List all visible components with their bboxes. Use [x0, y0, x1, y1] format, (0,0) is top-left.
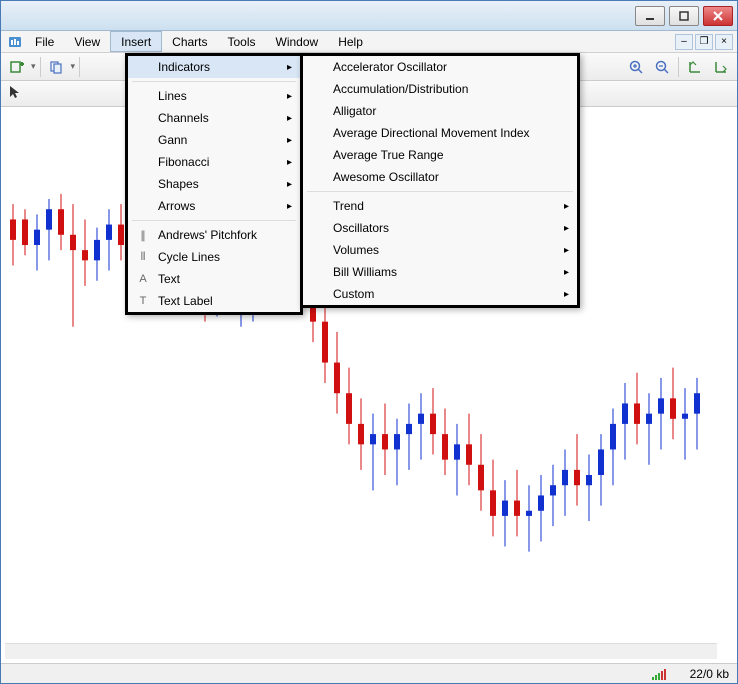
menu-item-cycle-lines[interactable]: ⦀ Cycle Lines	[128, 246, 300, 268]
app-icon	[5, 31, 25, 52]
menu-label: Alligator	[333, 104, 376, 118]
submenu-arrow-icon: ▸	[287, 113, 292, 124]
mdi-close-button[interactable]: ×	[715, 34, 733, 50]
cursor-tool-button[interactable]	[7, 84, 23, 103]
chart-scrollbar[interactable]	[5, 643, 717, 659]
menu-item-gann[interactable]: Gann ▸	[128, 129, 300, 151]
menu-help[interactable]: Help	[328, 31, 373, 52]
auto-scroll-button[interactable]	[709, 56, 733, 78]
text-label-icon: T	[134, 295, 152, 307]
menu-tools[interactable]: Tools	[218, 31, 266, 52]
submenu-arrow-icon: ▸	[287, 157, 292, 168]
menu-label: Andrews' Pitchfork	[158, 228, 257, 242]
menu-label: Lines	[158, 89, 187, 103]
menu-item-channels[interactable]: Channels ▸	[128, 107, 300, 129]
menu-label: Cycle Lines	[158, 250, 220, 264]
menu-label: Gann	[158, 133, 187, 147]
menu-charts[interactable]: Charts	[162, 31, 217, 52]
titlebar	[1, 1, 737, 31]
menu-label: Average True Range	[333, 148, 444, 162]
menu-label: Bill Williams	[333, 265, 397, 279]
menu-label: Arrows	[158, 199, 195, 213]
submenu-arrow-icon: ▸	[287, 201, 292, 212]
menu-label: Indicators	[158, 60, 210, 74]
new-chart-button[interactable]	[5, 56, 29, 78]
connection-bars-icon	[652, 668, 682, 680]
chart-shift-button[interactable]	[683, 56, 707, 78]
menu-item-indicators[interactable]: Indicators ▸	[128, 56, 300, 78]
menu-item-lines[interactable]: Lines ▸	[128, 85, 300, 107]
menu-label: Trend	[333, 199, 364, 213]
profiles-button[interactable]	[45, 56, 69, 78]
submenu-item-adx[interactable]: Average Directional Movement Index	[303, 122, 577, 144]
menu-view[interactable]: View	[64, 31, 110, 52]
menu-item-text-label[interactable]: T Text Label	[128, 290, 300, 312]
minimize-button[interactable]	[635, 6, 665, 26]
menu-label: Accumulation/Distribution	[333, 82, 468, 96]
submenu-arrow-icon: ▸	[564, 223, 569, 234]
statusbar: 22/0 kb	[1, 663, 737, 683]
submenu-arrow-icon: ▸	[287, 135, 292, 146]
mdi-restore-button[interactable]: ❐	[695, 34, 713, 50]
submenu-item-custom[interactable]: Custom ▸	[303, 283, 577, 305]
menubar: File View Insert Charts Tools Window Hel…	[1, 31, 737, 53]
submenu-arrow-icon: ▸	[564, 201, 569, 212]
submenu-item-volumes[interactable]: Volumes ▸	[303, 239, 577, 261]
menu-label: Oscillators	[333, 221, 389, 235]
menu-insert[interactable]: Insert	[110, 31, 162, 52]
menu-item-fibonacci[interactable]: Fibonacci ▸	[128, 151, 300, 173]
menu-label: Accelerator Oscillator	[333, 60, 447, 74]
menu-item-andrews-pitchfork[interactable]: ∥ Andrews' Pitchfork	[128, 224, 300, 246]
menu-window[interactable]: Window	[266, 31, 329, 52]
submenu-arrow-icon: ▸	[564, 245, 569, 256]
maximize-button[interactable]	[669, 6, 699, 26]
submenu-arrow-icon: ▸	[287, 91, 292, 102]
menu-label: Awesome Oscillator	[333, 170, 439, 184]
cycle-lines-icon: ⦀	[134, 251, 152, 264]
submenu-item-bill-williams[interactable]: Bill Williams ▸	[303, 261, 577, 283]
submenu-arrow-icon: ▸	[564, 267, 569, 278]
submenu-item-alligator[interactable]: Alligator	[303, 100, 577, 122]
pitchfork-icon: ∥	[134, 229, 152, 242]
zoom-out-button[interactable]	[650, 56, 674, 78]
submenu-item-atr[interactable]: Average True Range	[303, 144, 577, 166]
menu-item-text[interactable]: A Text	[128, 268, 300, 290]
zoom-in-button[interactable]	[624, 56, 648, 78]
connection-status: 22/0 kb	[690, 667, 729, 681]
app-window: File View Insert Charts Tools Window Hel…	[0, 0, 738, 684]
submenu-arrow-icon: ▸	[564, 289, 569, 300]
menu-item-shapes[interactable]: Shapes ▸	[128, 173, 300, 195]
submenu-item-oscillators[interactable]: Oscillators ▸	[303, 217, 577, 239]
submenu-item-awesome-oscillator[interactable]: Awesome Oscillator	[303, 166, 577, 188]
menu-label: Text Label	[158, 294, 213, 308]
submenu-item-accumulation-distribution[interactable]: Accumulation/Distribution	[303, 78, 577, 100]
menu-label: Custom	[333, 287, 374, 301]
menu-label: Average Directional Movement Index	[333, 126, 530, 140]
insert-menu-dropdown: Indicators ▸ Lines ▸ Channels ▸ Gann ▸ Fibon…	[125, 53, 303, 315]
mdi-minimize-button[interactable]: –	[675, 34, 693, 50]
text-icon: A	[134, 273, 152, 285]
menu-label: Volumes	[333, 243, 379, 257]
menu-file[interactable]: File	[25, 31, 64, 52]
menu-label: Fibonacci	[158, 155, 209, 169]
menu-label: Text	[158, 272, 180, 286]
menu-label: Channels	[158, 111, 209, 125]
menu-item-arrows[interactable]: Arrows ▸	[128, 195, 300, 217]
submenu-item-trend[interactable]: Trend ▸	[303, 195, 577, 217]
submenu-item-accelerator-oscillator[interactable]: Accelerator Oscillator	[303, 56, 577, 78]
menu-label: Shapes	[158, 177, 199, 191]
submenu-arrow-icon: ▸	[287, 179, 292, 190]
submenu-arrow-icon: ▸	[287, 62, 292, 73]
close-button[interactable]	[703, 6, 733, 26]
indicators-submenu: Accelerator Oscillator Accumulation/Dist…	[300, 53, 580, 308]
